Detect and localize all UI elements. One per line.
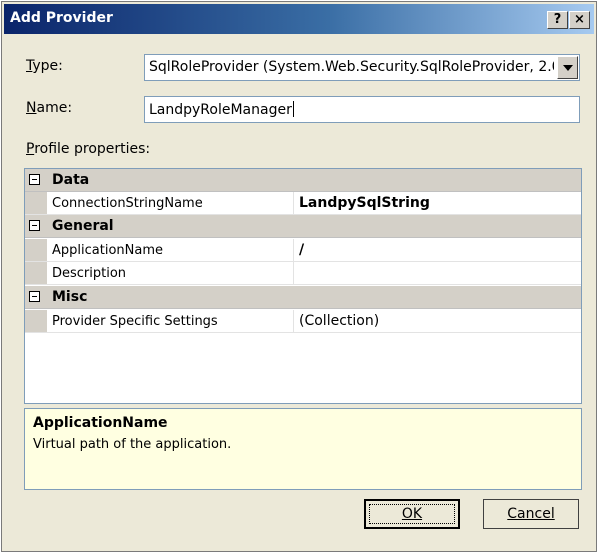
property-row-connectionstringname[interactable]: ConnectionStringName LandpySqlString xyxy=(25,192,581,215)
property-name: Description xyxy=(52,266,127,281)
category-name: Data xyxy=(52,172,90,188)
collapse-icon[interactable] xyxy=(29,291,40,302)
help-button[interactable]: ? xyxy=(547,11,568,29)
category-row-general[interactable]: General xyxy=(25,215,581,238)
category-name: Misc xyxy=(52,289,88,305)
column-divider xyxy=(293,192,294,214)
close-button[interactable]: × xyxy=(569,11,590,29)
description-title: ApplicationName xyxy=(33,415,168,431)
property-name: Provider Specific Settings xyxy=(52,314,218,329)
column-divider xyxy=(293,239,294,261)
profile-properties-label: Profile properties: xyxy=(26,141,151,157)
property-name: ConnectionStringName xyxy=(52,196,203,211)
name-value-text: LandpyRoleManager xyxy=(149,102,292,118)
text-caret xyxy=(292,101,294,117)
property-grid[interactable]: Data ConnectionStringName LandpySqlStrin… xyxy=(24,168,582,404)
description-text: Virtual path of the application. xyxy=(33,437,232,452)
type-label-rest: ype: xyxy=(32,58,63,74)
row-margin xyxy=(25,239,47,261)
property-value[interactable]: (Collection) xyxy=(299,313,379,329)
type-selected-value: SqlRoleProvider (System.Web.Security.Sql… xyxy=(149,59,554,75)
name-field-value: LandpyRoleManager xyxy=(149,101,294,118)
column-divider xyxy=(293,310,294,332)
type-label: Type: xyxy=(26,58,63,74)
cancel-button[interactable]: Cancel xyxy=(483,499,579,529)
property-value[interactable]: / xyxy=(299,242,304,258)
type-dropdown[interactable]: SqlRoleProvider (System.Web.Security.Sql… xyxy=(144,54,580,81)
property-value[interactable]: LandpySqlString xyxy=(299,195,430,211)
dropdown-button[interactable] xyxy=(557,56,578,79)
collapse-icon[interactable] xyxy=(29,174,40,185)
name-label: Name: xyxy=(26,100,73,116)
property-row-provider-specific-settings[interactable]: Provider Specific Settings (Collection) xyxy=(25,310,581,333)
property-row-applicationname[interactable]: ApplicationName / xyxy=(25,239,581,262)
property-name: ApplicationName xyxy=(52,243,163,258)
property-row-description[interactable]: Description xyxy=(25,262,581,285)
category-name: General xyxy=(52,218,114,234)
category-row-data[interactable]: Data xyxy=(25,169,581,192)
chevron-down-icon xyxy=(563,65,573,71)
window-title: Add Provider xyxy=(10,10,113,26)
add-provider-dialog: Add Provider ? × Type: SqlRoleProvider (… xyxy=(1,1,597,552)
ok-button-label: OK xyxy=(401,506,423,522)
name-label-rest: ame: xyxy=(36,100,73,116)
row-margin xyxy=(25,262,47,284)
name-field[interactable]: LandpyRoleManager xyxy=(144,96,580,123)
row-margin xyxy=(25,192,47,214)
title-bar[interactable]: Add Provider ? × xyxy=(4,4,594,34)
ok-button[interactable]: OK xyxy=(364,499,460,529)
column-divider xyxy=(293,262,294,284)
category-row-misc[interactable]: Misc xyxy=(25,286,581,309)
description-panel: ApplicationName Virtual path of the appl… xyxy=(24,408,582,490)
collapse-icon[interactable] xyxy=(29,220,40,231)
row-margin xyxy=(25,310,47,332)
cancel-button-label: Cancel xyxy=(507,506,555,522)
profile-label-rest: rofile properties: xyxy=(34,141,151,157)
